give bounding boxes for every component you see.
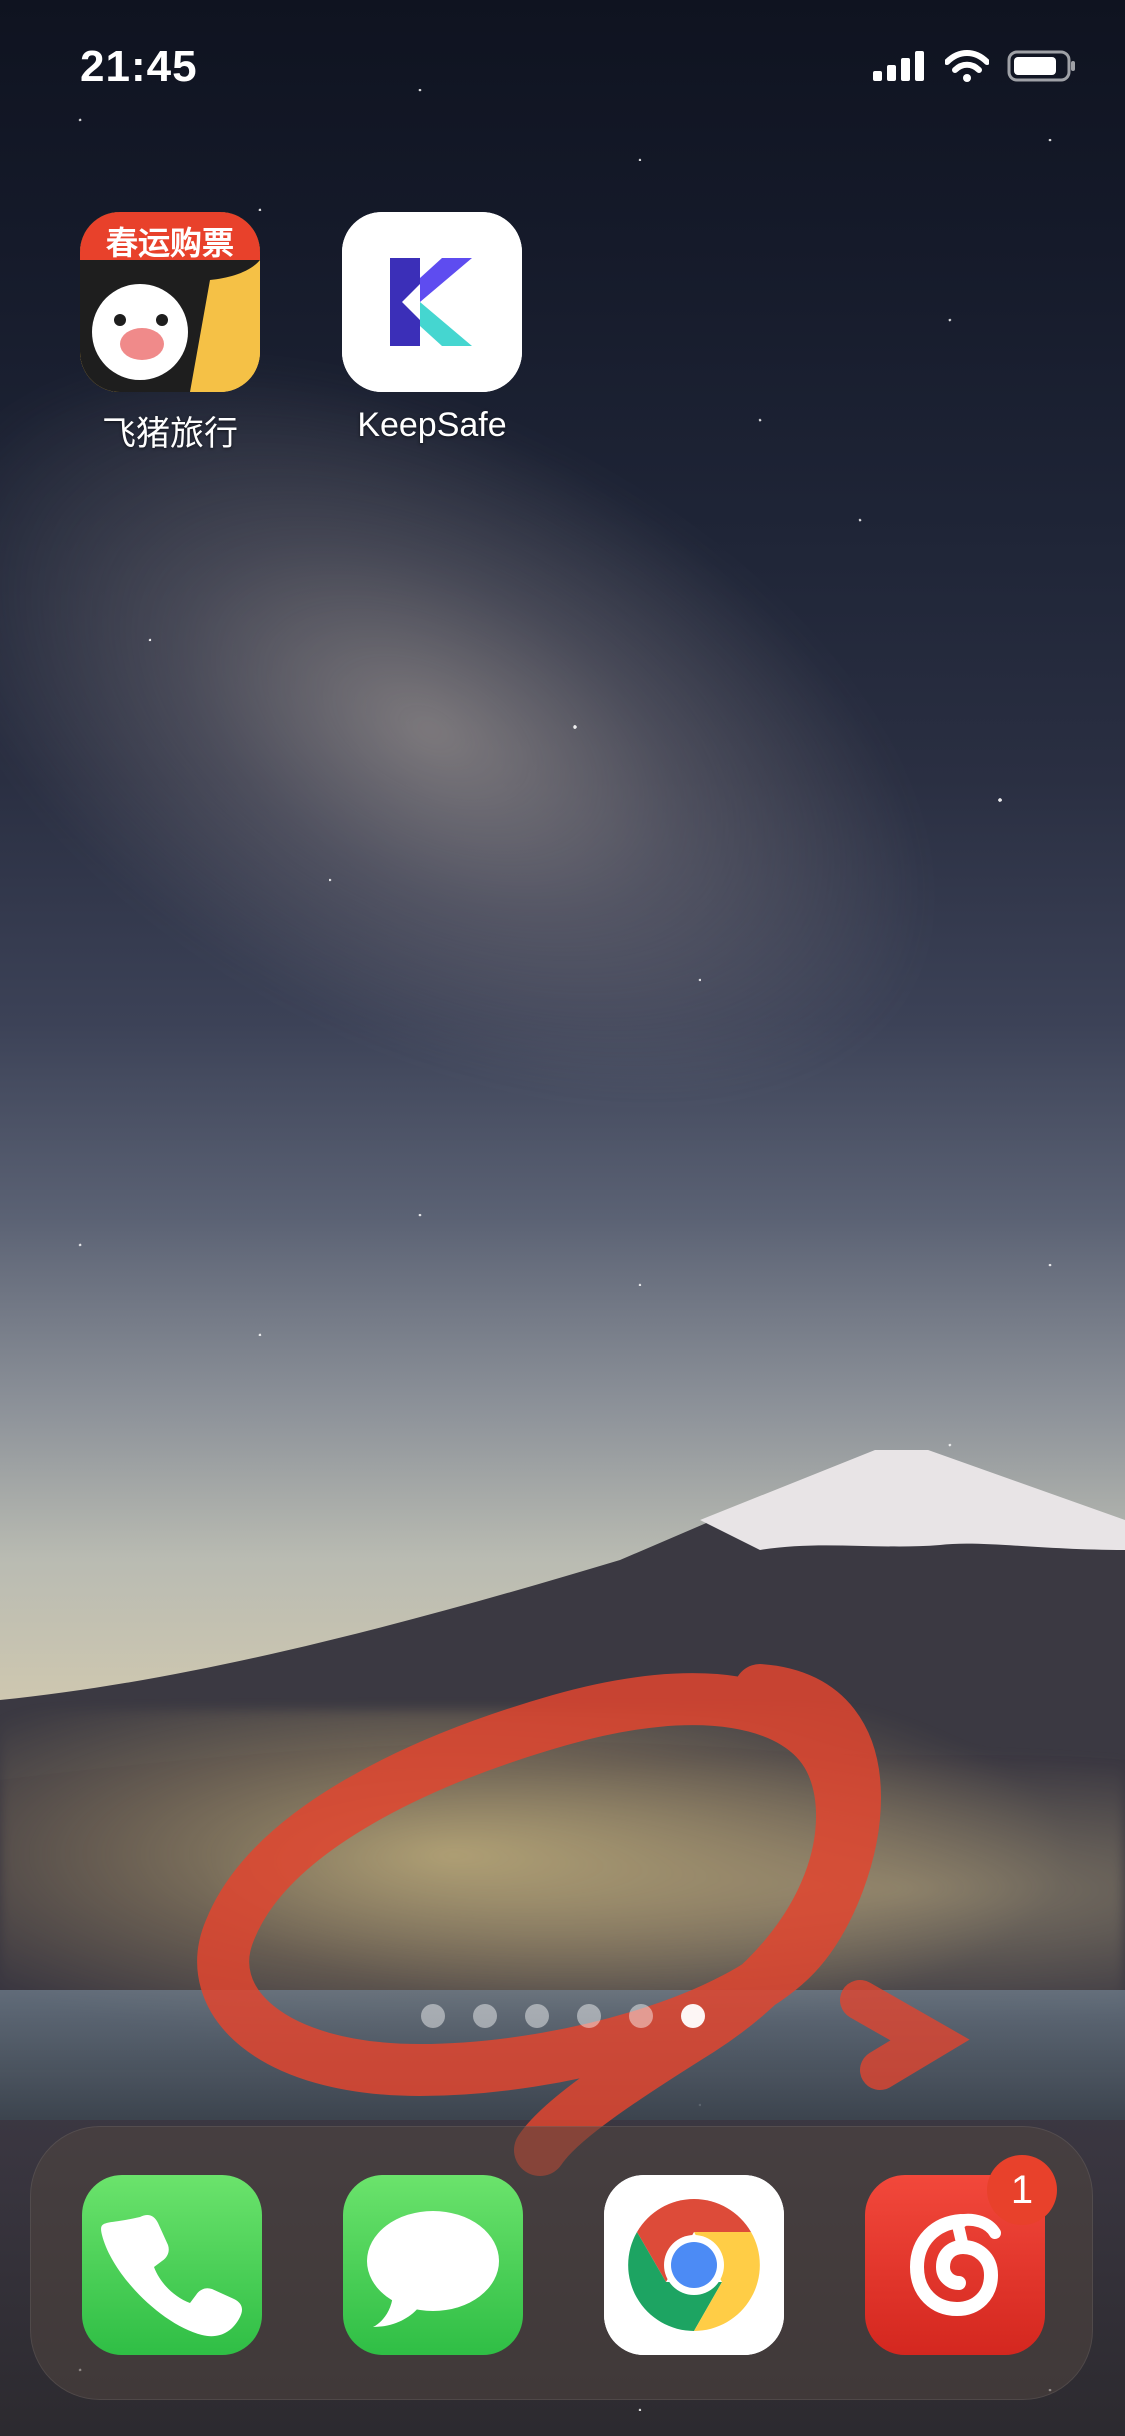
fliggy-icon-banner: 春运购票 — [105, 224, 234, 262]
signal-icon — [873, 51, 924, 81]
dock-app-netease-music[interactable]: 1 — [865, 2155, 1057, 2355]
status-icons — [873, 50, 1077, 82]
page-dot-active[interactable] — [680, 2004, 705, 2028]
notification-badge: 1 — [987, 2155, 1057, 2225]
dock-app-chrome[interactable] — [604, 2175, 784, 2355]
app-label: 飞猪旅行 — [102, 415, 238, 453]
app-fliggy[interactable]: 春运购票 飞猪旅行 — [80, 212, 260, 455]
battery-icon — [1007, 50, 1075, 82]
chrome-icon — [604, 2175, 784, 2355]
page-dot[interactable] — [472, 2004, 497, 2028]
phone-icon — [101, 2215, 242, 2337]
app-label: KeepSafe — [357, 406, 507, 444]
page-dot[interactable] — [628, 2004, 653, 2028]
dock-app-messages[interactable] — [343, 2175, 523, 2355]
app-keepsafe[interactable]: KeepSafe — [342, 212, 522, 445]
dock: 1 — [30, 2126, 1093, 2400]
wifi-icon — [945, 50, 989, 82]
fliggy-icon: 春运购票 — [80, 212, 260, 392]
page-dot[interactable] — [576, 2004, 601, 2028]
keepsafe-icon — [342, 212, 522, 392]
page-indicator[interactable] — [0, 2004, 1125, 2028]
page-dot[interactable] — [524, 2004, 549, 2028]
status-time: 21:45 — [80, 42, 198, 91]
dock-app-phone[interactable] — [82, 2175, 262, 2355]
messages-icon — [367, 2211, 499, 2327]
page-dot[interactable] — [420, 2004, 445, 2028]
